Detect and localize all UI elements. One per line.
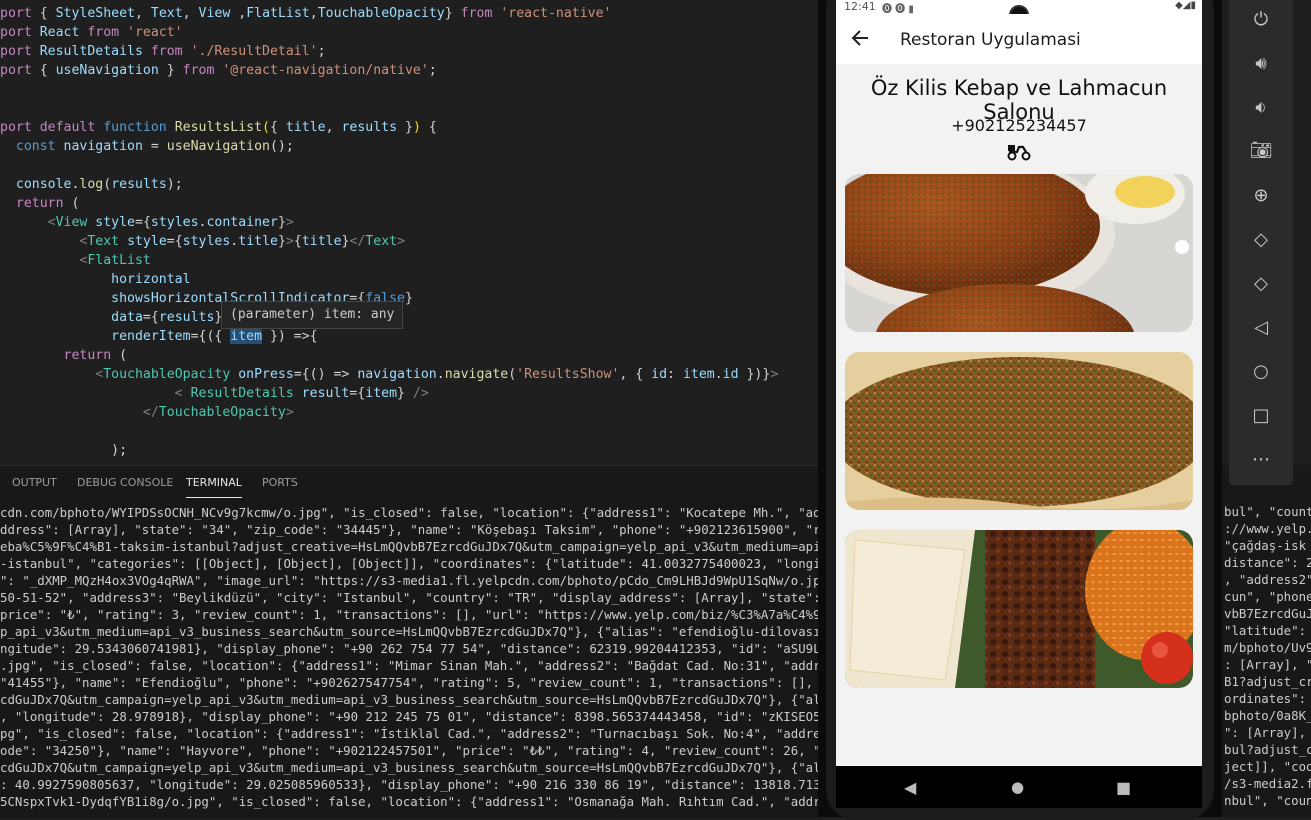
- status-time: 12:41: [844, 0, 876, 13]
- terminal-line: ode": "34250"}, "name": "Hayvore", "phon…: [0, 743, 820, 758]
- terminal-line: ngitude": 29.5343060741981}, "display_ph…: [0, 641, 820, 656]
- terminal-line: cun", "phone": [1224, 589, 1311, 604]
- code-line: renderItem={({ item }) =>{: [111, 329, 318, 344]
- terminal-line: ordinates": {: [1224, 691, 1307, 706]
- nav-recents-icon[interactable]: ■: [1116, 778, 1131, 797]
- nav-home-icon[interactable]: ●: [1011, 778, 1024, 796]
- nav-back-icon[interactable]: ◀: [904, 778, 916, 797]
- back-icon[interactable]: ◁: [1229, 308, 1293, 348]
- power-icon[interactable]: ⏻: [1229, 0, 1293, 40]
- terminal-line: cdGuJDx7Q&utm_campaign=yelp_api_v3&utm_m…: [0, 760, 820, 775]
- terminal-line: : [Array], "s: [1224, 657, 1311, 672]
- terminal-line: 5CNspxTvk1-DydqfYB1i8g/o.jpg", "is_close…: [0, 794, 820, 809]
- terminal-line: p_api_v3&utm_medium=api_v3_business_sear…: [0, 624, 820, 639]
- volume-down-icon[interactable]: 🔉︎: [1229, 88, 1293, 128]
- code-line: console.log(results);: [15, 177, 183, 192]
- code-editor[interactable]: port { StyleSheet, Text, View ,FlatList,…: [0, 0, 820, 465]
- bottom-panel: OUTPUT DEBUG CONSOLE TERMINAL PORTS cdn.…: [0, 465, 820, 818]
- terminal-line: "41455"}, "name": "Efendioğlu", "phone":…: [0, 675, 820, 690]
- terminal-line: bphoto/0a8K_p: [1224, 708, 1311, 723]
- terminal-line: 50-51-52", "address3": "Beylikdüzü", "ci…: [0, 590, 820, 605]
- terminal-line: , "longitude": 28.978918}, "display_phon…: [0, 709, 820, 724]
- terminal-line: distance": 20: [1224, 555, 1311, 570]
- code-line: data={results}: [111, 310, 223, 325]
- terminal-line: /s3-media2.fl: [1224, 776, 1311, 791]
- camera-icon[interactable]: 📷︎: [1229, 131, 1293, 171]
- rotate-right-icon[interactable]: ◇: [1229, 264, 1293, 304]
- zoom-icon[interactable]: ⊕: [1229, 176, 1293, 216]
- code-line: port ResultDetails from './ResultDetail'…: [0, 44, 326, 59]
- code-line: port { StyleSheet, Text, View ,FlatList,…: [0, 6, 612, 21]
- home-icon[interactable]: ○: [1229, 352, 1293, 392]
- rotate-left-icon[interactable]: ◇: [1229, 220, 1293, 260]
- hover-tooltip: (parameter) item: any: [221, 301, 404, 329]
- code-line: port default function ResultsList({ titl…: [0, 120, 437, 135]
- tab-ports[interactable]: PORTS: [262, 476, 298, 489]
- overview-icon[interactable]: □: [1229, 396, 1293, 436]
- terminal-line: -istanbul", "categories": [[Object], [Ob…: [0, 556, 820, 571]
- kebab-plate-photo[interactable]: [845, 530, 1193, 688]
- terminal-output-overflow: bul", "countr ://www.yelp.c "çağdaş-isk dis…: [1222, 465, 1311, 817]
- terminal-line: cdGuJDx7Q&utm_campaign=yelp_api_v3&utm_m…: [0, 692, 820, 707]
- terminal-line: ://www.yelp.c: [1224, 521, 1311, 536]
- app-header: Restoran Uygulamasi: [836, 14, 1202, 64]
- android-nav-bar: ◀ ● ■: [836, 766, 1202, 808]
- terminal-line: "latitude": 4: [1224, 623, 1307, 638]
- terminal-line: : 40.9927590805637, "longitude": 29.0250…: [0, 777, 820, 792]
- back-arrow-icon[interactable]: [850, 28, 870, 53]
- terminal-line: cdn.com/bphoto/WYIPDSsOCNH_NCv9g7kcmw/o.…: [0, 505, 820, 520]
- tab-debug-console[interactable]: DEBUG CONSOLE: [77, 476, 173, 489]
- terminal-line: m/bphoto/Uv91: [1224, 640, 1311, 655]
- header-title: Restoran Uygulamasi: [900, 30, 1081, 50]
- restaurant-detail: Öz Kilis Kebap ve Lahmacun Salonu +90212…: [836, 64, 1202, 766]
- code-line: port React from 'react': [0, 25, 183, 40]
- terminal-line: , "address2":: [1224, 572, 1311, 587]
- terminal-line: .jpg", "is_closed": false, "location": {…: [0, 658, 820, 673]
- code-line: const navigation = useNavigation();: [15, 139, 294, 154]
- code-line: return (: [15, 196, 80, 211]
- notification-icons: ⓿ ⓿ ▮: [882, 4, 914, 15]
- more-icon[interactable]: ⋯: [1229, 440, 1293, 480]
- panel-tabs: OUTPUT DEBUG CONSOLE TERMINAL PORTS: [0, 466, 820, 500]
- terminal-line: ject]], "coor: [1224, 759, 1311, 774]
- code-line: <View style={styles.container}>: [47, 215, 294, 230]
- terminal-line: eba%C5%9F%C4%B1-taksim-istanbul?adjust_c…: [0, 539, 820, 554]
- code-line: port { useNavigation } from '@react-navi…: [0, 63, 437, 78]
- emulator-toolbar: ⏻ 🔊︎ 🔉︎ 📷︎ ⊕ ◇ ◇ ◁ ○ □ ⋯: [1229, 0, 1293, 485]
- code-line: </TouchableOpacity>: [142, 405, 294, 420]
- lahmacun-closeup-photo[interactable]: [845, 352, 1193, 510]
- code-line: < ResultDetails result={item} />: [174, 386, 429, 401]
- restaurant-phone: +902125234457: [951, 116, 1087, 135]
- terminal-line: nbul", "count: [1224, 793, 1311, 808]
- tab-terminal[interactable]: TERMINAL: [186, 476, 242, 498]
- phone-screen[interactable]: 12:41 ⓿ ⓿ ▮ ◆◢▮ Restoran Uygulamasi Öz K…: [836, 0, 1202, 808]
- code-line: <FlatList: [79, 253, 151, 268]
- terminal-line: bul?adjust_cr: [1224, 742, 1311, 757]
- terminal-line: ddress": [Array], "state": "34", "zip_co…: [0, 522, 820, 537]
- code-line: );: [111, 443, 128, 458]
- code-line: <TouchableOpacity onPress={() => navigat…: [95, 367, 779, 382]
- terminal-line: price": "₺", "rating": 3, "review_count"…: [0, 607, 820, 622]
- terminal-line: ": "_dXMP_MQzH4ox3VOg4qRWA", "image_url"…: [0, 573, 820, 588]
- volume-up-icon[interactable]: 🔊︎: [1229, 44, 1293, 84]
- code-line: return (: [63, 348, 128, 363]
- terminal-line: pg", "is_closed": false, "location": {"a…: [0, 726, 820, 741]
- terminal-line: bul", "countr: [1224, 504, 1311, 519]
- terminal-line: ": [Array], ": [1224, 725, 1307, 740]
- tab-output[interactable]: OUTPUT: [12, 476, 57, 489]
- lahmacun-plate-photo[interactable]: [845, 174, 1193, 332]
- terminal-line: "çağdaş-isk: [1224, 538, 1307, 553]
- code-line: horizontal: [111, 272, 191, 287]
- scooter-icon: [1007, 145, 1031, 161]
- terminal-line: vbB7EzrcdGuJD: [1224, 606, 1311, 621]
- code-line: <Text style={styles.title}>{title}</Text…: [79, 234, 406, 249]
- signal-battery-icon: ◆◢▮: [1175, 0, 1196, 11]
- terminal-line: B1?adjust_cre: [1224, 674, 1311, 689]
